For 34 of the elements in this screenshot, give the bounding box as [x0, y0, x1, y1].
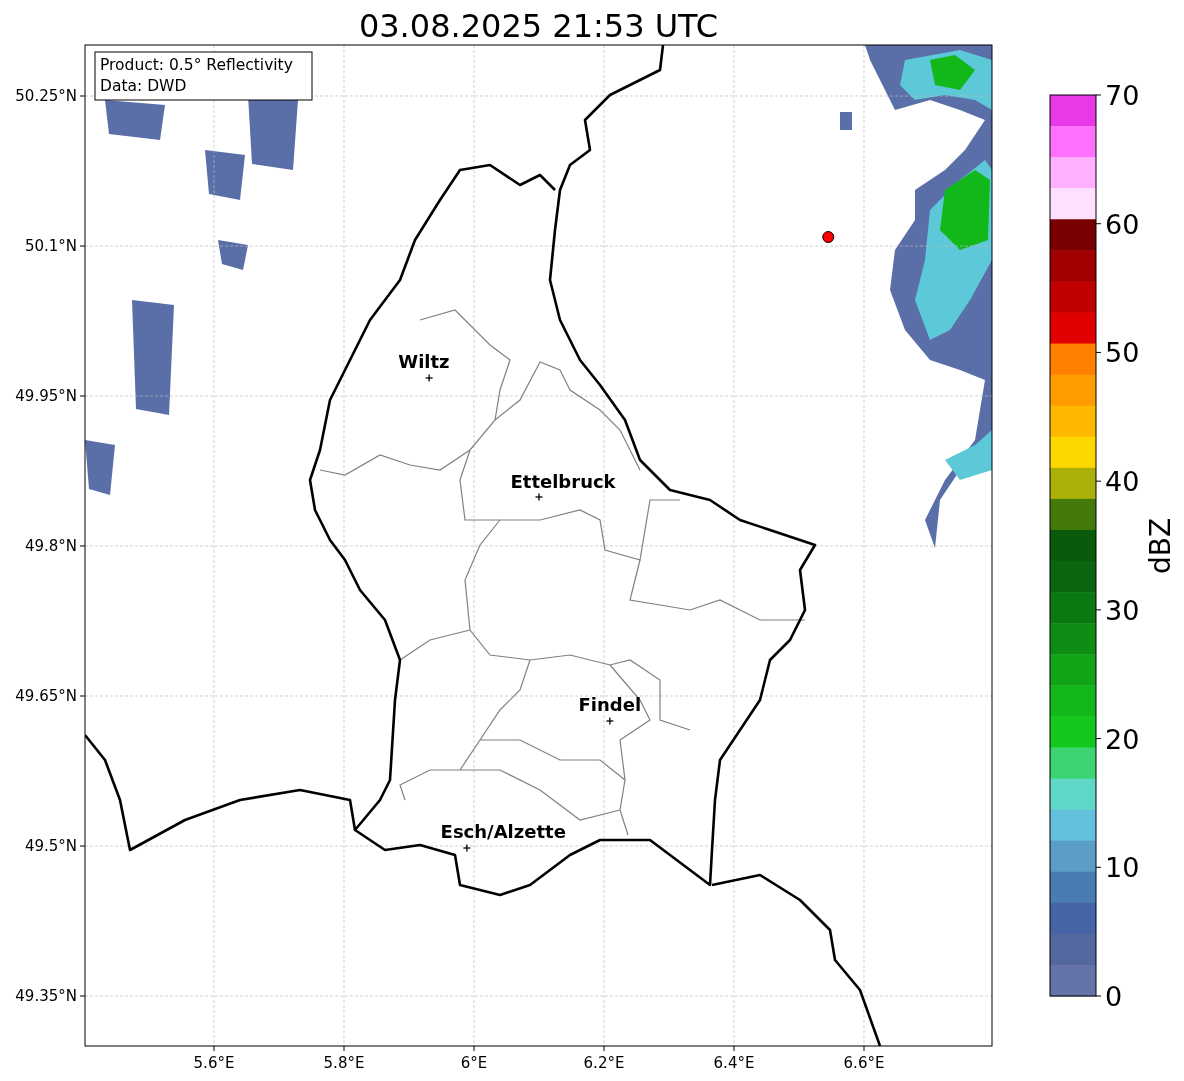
chart-title: 03.08.2025 21:53 UTC — [358, 7, 719, 45]
colorbar-tick-label: 50 — [1105, 337, 1140, 369]
longitude-label: 6.2°E — [583, 1054, 625, 1072]
city-marker — [425, 373, 434, 383]
longitude-label: 5.6°E — [193, 1054, 235, 1072]
longitude-label: 6.4°E — [713, 1054, 755, 1072]
latitude-label: 49.95°N — [15, 387, 77, 405]
city-marker — [534, 492, 544, 502]
colorbar-tick-label: 10 — [1105, 852, 1140, 884]
info-text: Product: 0.5° Reflectivity — [100, 56, 293, 74]
latitude-label: 49.35°N — [15, 987, 77, 1005]
colorbar-tick-label: 30 — [1105, 594, 1140, 626]
city-label: Findel — [578, 694, 642, 715]
info-text: Data: DWD — [100, 77, 187, 95]
colorbar-tick-label: 20 — [1105, 723, 1140, 755]
latitude-label: 49.65°N — [15, 687, 77, 705]
colorbar-tick-label: 70 — [1105, 80, 1140, 111]
latitude-label: 50.25°N — [15, 87, 77, 105]
latitude-label: 49.8°N — [24, 537, 77, 555]
longitude-label: 6°E — [460, 1054, 488, 1072]
city-label: Esch/Alzette — [440, 821, 566, 842]
colorbar-tick-label: 0 — [1105, 981, 1123, 1012]
radar-site-marker — [822, 231, 835, 243]
colorbar-label: dBZ — [1144, 517, 1177, 575]
city-label: Ettelbruck — [510, 471, 616, 492]
colorbar-tick-label: 60 — [1105, 208, 1140, 240]
latitude-label: 50.1°N — [24, 237, 77, 255]
longitude-label: 6.6°E — [843, 1054, 885, 1072]
city-marker — [605, 716, 614, 726]
colorbar-tick-label: 40 — [1105, 466, 1140, 498]
city-marker — [462, 843, 471, 853]
city-label: Wiltz — [398, 351, 450, 372]
longitude-label: 5.8°E — [323, 1054, 365, 1072]
latitude-label: 49.5°N — [24, 837, 77, 855]
